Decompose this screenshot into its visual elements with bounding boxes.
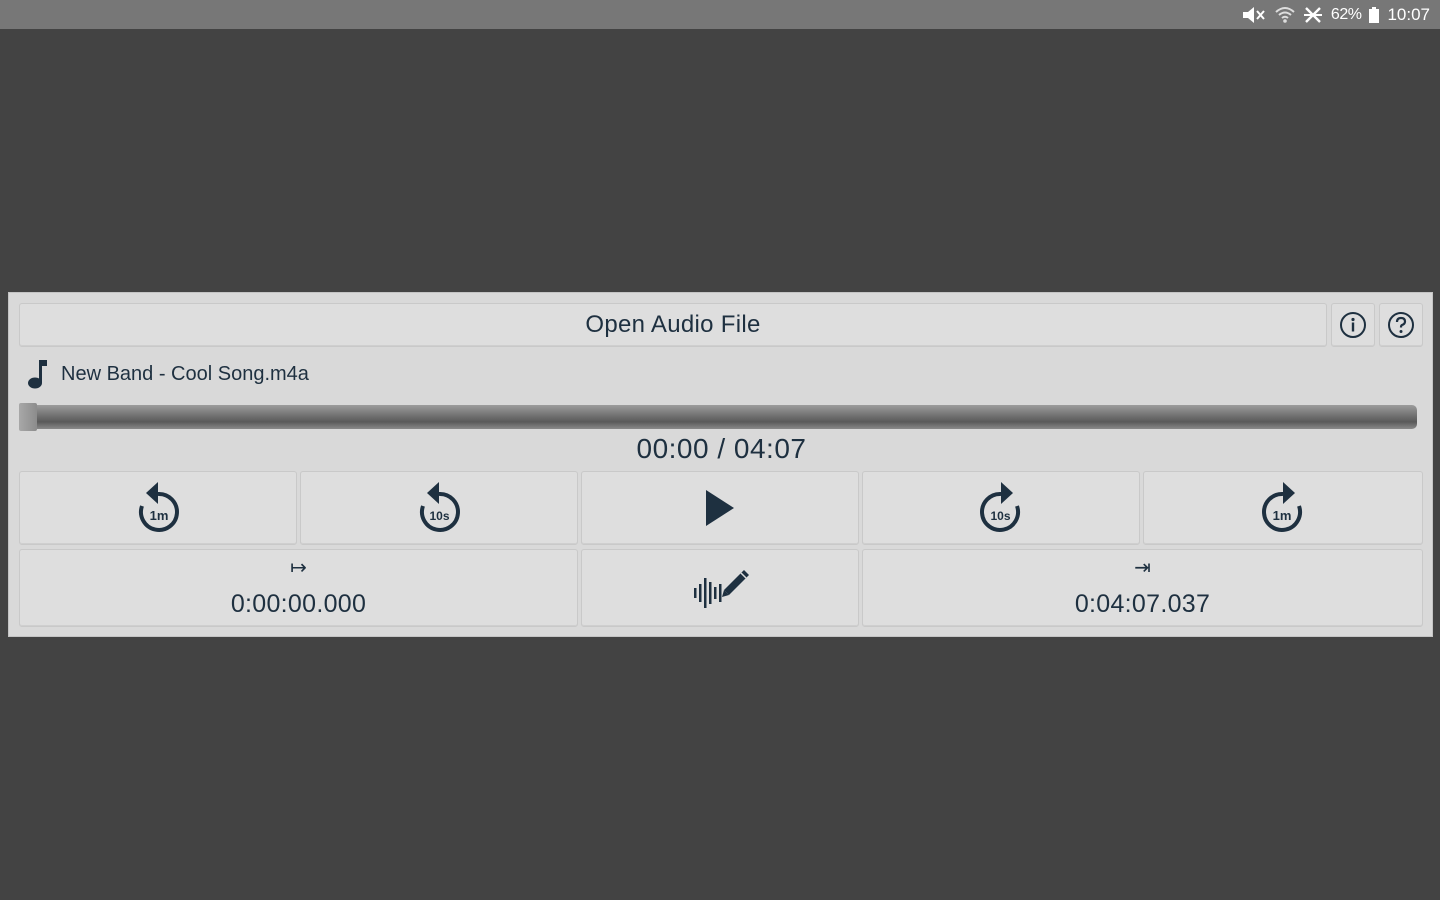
svg-text:1m: 1m bbox=[1273, 508, 1292, 523]
play-icon bbox=[706, 490, 734, 526]
open-audio-file-button[interactable]: Open Audio File bbox=[19, 303, 1327, 347]
rewind-10s-icon: 10s bbox=[420, 482, 460, 532]
status-bar: 62% 10:07 bbox=[0, 0, 1440, 29]
end-marker-icon: ⇥ bbox=[1134, 556, 1151, 579]
help-button[interactable] bbox=[1379, 303, 1423, 347]
rewind-1m-icon: 1m bbox=[139, 482, 179, 532]
clock: 10:07 bbox=[1387, 4, 1430, 24]
svg-text:1m: 1m bbox=[150, 508, 169, 523]
forward-1m-button[interactable]: 1m bbox=[1143, 471, 1423, 545]
forward-1m-icon: 1m bbox=[1262, 482, 1302, 532]
forward-10s-button[interactable]: 10s bbox=[862, 471, 1140, 545]
forward-10s-icon: 10s bbox=[980, 482, 1020, 532]
start-marker-button[interactable]: ↦ 0:00:00.000 bbox=[19, 549, 578, 627]
playback-time: 00:00 / 04:07 bbox=[636, 433, 807, 464]
start-marker-icon: ↦ bbox=[290, 556, 307, 579]
audio-player-panel: Open Audio File New Band - Cool Song.m4a… bbox=[8, 292, 1433, 637]
file-info-row: New Band - Cool Song.m4a bbox=[25, 357, 309, 391]
waveform-edit-icon bbox=[694, 570, 749, 608]
end-marker-time: 0:04:07.037 bbox=[1074, 589, 1211, 618]
music-note-icon bbox=[28, 360, 47, 389]
edit-waveform-button[interactable] bbox=[581, 549, 859, 627]
help-icon bbox=[1388, 312, 1414, 338]
start-marker-time: 0:00:00.000 bbox=[230, 589, 367, 618]
rewind-1m-button[interactable]: 1m bbox=[19, 471, 297, 545]
rewind-10s-button[interactable]: 10s bbox=[300, 471, 578, 545]
mute-icon bbox=[1241, 6, 1267, 24]
svg-text:10s: 10s bbox=[990, 509, 1010, 523]
file-name: New Band - Cool Song.m4a bbox=[61, 362, 309, 385]
play-button[interactable] bbox=[581, 471, 859, 545]
battery-percent: 62% bbox=[1330, 5, 1362, 23]
seek-thumb[interactable] bbox=[19, 403, 37, 431]
seek-bar[interactable] bbox=[19, 405, 1417, 429]
airplane-mode-icon bbox=[1303, 6, 1323, 24]
wifi-icon bbox=[1275, 6, 1295, 24]
battery-icon bbox=[1369, 6, 1380, 23]
info-icon bbox=[1340, 312, 1366, 338]
end-marker-button[interactable]: ⇥ 0:04:07.037 bbox=[862, 549, 1423, 627]
svg-text:10s: 10s bbox=[429, 509, 449, 523]
info-button[interactable] bbox=[1331, 303, 1375, 347]
